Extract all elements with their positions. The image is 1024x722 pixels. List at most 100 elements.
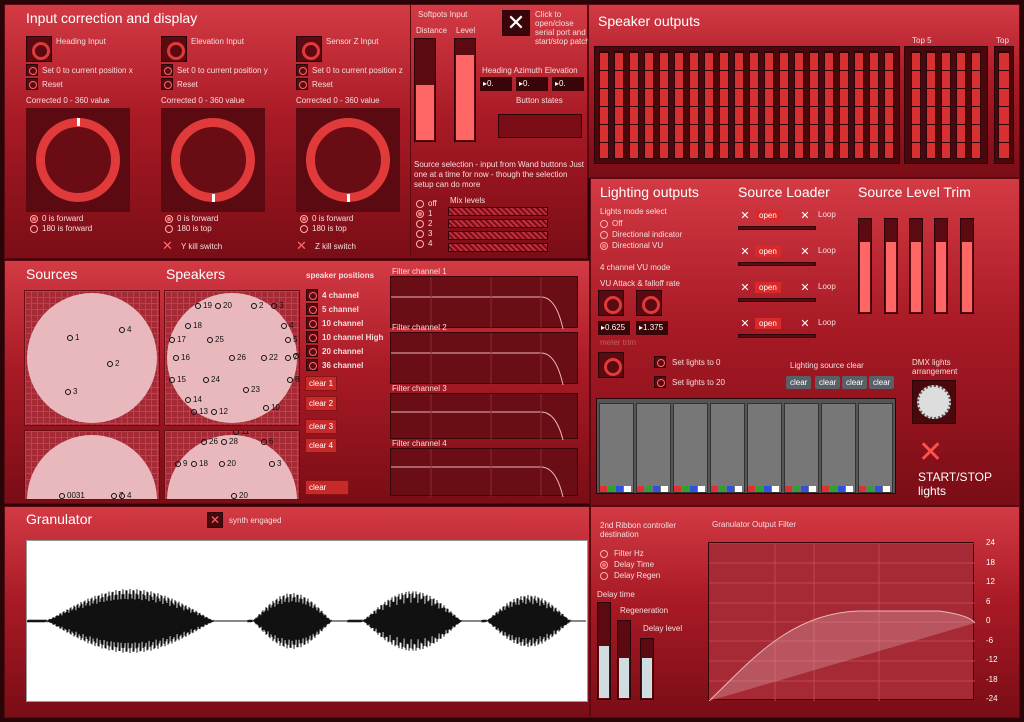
set-lights-20-button[interactable] [654, 376, 666, 388]
speaker-point[interactable]: 9 [175, 459, 187, 468]
elevation-dial[interactable] [161, 108, 265, 212]
source-point-4[interactable]: 4 [119, 325, 131, 334]
speakers-grid-top[interactable]: 19 20 2 3 18 4 17 25 5 6 16 26 22 7 15 2… [164, 290, 300, 426]
filter-4-graph[interactable] [390, 448, 578, 498]
output-filter-graph[interactable] [708, 542, 976, 702]
mix-level-2[interactable] [448, 219, 548, 228]
falloff-knob[interactable] [636, 290, 662, 316]
delay-level-slider[interactable] [640, 638, 654, 700]
level-slider[interactable] [454, 38, 476, 142]
set-y-button[interactable] [161, 64, 173, 76]
attack-value[interactable]: ▸0.625 [598, 321, 630, 335]
loader-close-icon[interactable]: ✕ [738, 246, 752, 260]
falloff-value[interactable]: ▸1.375 [636, 321, 668, 335]
elev-radio-180[interactable] [165, 225, 173, 233]
elevation-value[interactable]: ▸0. [552, 77, 584, 91]
speaker-point[interactable]: 28 [221, 437, 238, 446]
speaker-point[interactable]: 8 [287, 375, 299, 384]
heading-dial[interactable] [26, 108, 130, 212]
filter-2-graph[interactable] [390, 332, 578, 386]
reset-y-button[interactable] [161, 78, 173, 90]
clear-1-button[interactable]: clear 1 [305, 376, 338, 391]
attack-knob[interactable] [598, 290, 624, 316]
reset-x-button[interactable] [26, 78, 38, 90]
open-button[interactable]: open [755, 210, 781, 221]
speaker-point[interactable]: 18 [185, 321, 202, 330]
speaker-point[interactable]: 24 [203, 375, 220, 384]
pos-20-button[interactable] [306, 345, 318, 357]
speaker-point[interactable]: 10 [263, 403, 280, 412]
clear-3-button[interactable]: clear 3 [305, 419, 338, 434]
source-point-3[interactable]: 3 [65, 387, 77, 396]
speaker-point[interactable]: 26 [201, 437, 218, 446]
trim-slider-3[interactable] [909, 218, 923, 314]
mix-level-3[interactable] [448, 231, 548, 240]
light-clear-2[interactable]: clear [815, 376, 841, 389]
loader-close-icon[interactable]: ✕ [738, 210, 752, 224]
speaker-point[interactable]: 22 [261, 353, 278, 362]
speaker-point[interactable]: 4 [281, 321, 293, 330]
trim-slider-2[interactable] [884, 218, 898, 314]
ribbon-time-radio[interactable] [600, 561, 608, 569]
ribbon-regen-radio[interactable] [600, 572, 608, 580]
speaker-point[interactable]: 25 [207, 335, 224, 344]
loader-close-icon[interactable]: ✕ [738, 318, 752, 332]
start-stop-close-icon[interactable]: ✕ [918, 438, 943, 468]
open-button[interactable]: open [755, 282, 781, 293]
src-radio-4[interactable] [416, 240, 424, 248]
speaker-point[interactable]: 13 [191, 407, 208, 416]
speaker-point[interactable]: 18 [191, 459, 208, 468]
pos-5-button[interactable] [306, 303, 318, 315]
clear-all-button[interactable]: clear [305, 480, 349, 495]
ribbon-filter-radio[interactable] [600, 550, 608, 558]
elev-radio-0[interactable] [165, 215, 173, 223]
dmx-arrangement[interactable] [912, 380, 956, 424]
mode-vu-radio[interactable] [600, 242, 608, 250]
mix-level-4[interactable] [448, 243, 548, 252]
set-lights-0-button[interactable] [654, 356, 666, 368]
delay-time-slider[interactable] [597, 602, 611, 700]
heading-radio-180[interactable] [30, 225, 38, 233]
elevation-knob[interactable] [161, 36, 187, 62]
clear-2-button[interactable]: clear 2 [305, 396, 338, 411]
speaker-point[interactable]: 20 [231, 491, 248, 499]
pos-36-button[interactable] [306, 359, 318, 371]
set-z-button[interactable] [296, 64, 308, 76]
meter-trim-knob[interactable] [598, 352, 624, 378]
reset-z-button[interactable] [296, 78, 308, 90]
speaker-point[interactable]: 12 [211, 407, 228, 416]
speaker-point[interactable]: 7 [285, 353, 297, 362]
source-point-2[interactable]: 2 [107, 359, 119, 368]
speaker-point[interactable]: 6 [261, 437, 273, 446]
speaker-point[interactable]: 2 [251, 301, 263, 310]
source-point-0031[interactable]: 0031 [59, 491, 85, 499]
speaker-point[interactable]: 14 [185, 395, 202, 404]
z-radio-180[interactable] [300, 225, 308, 233]
sensor-dial[interactable] [296, 108, 400, 212]
speakers-grid-bottom[interactable]: 11 26 28 6 3 9 18 20 20 [164, 430, 300, 500]
mode-dir-radio[interactable] [600, 231, 608, 239]
heading-knob[interactable] [26, 36, 52, 62]
light-clear-3[interactable]: clear [842, 376, 868, 389]
sources-grid-top[interactable]: 1 4 2 3 [24, 290, 160, 426]
speaker-point[interactable]: 26 [229, 353, 246, 362]
heading-value[interactable]: ▸0. [480, 77, 512, 91]
z-kill-close-icon[interactable]: ✕ [296, 239, 307, 252]
synth-toggle[interactable]: ✕ [207, 512, 223, 528]
sensor-knob[interactable] [296, 36, 322, 62]
loader-close-icon[interactable]: ✕ [738, 282, 752, 296]
clear-4-button[interactable]: clear 4 [305, 438, 338, 453]
sources-grid-bottom[interactable]: 0031 7 4 [24, 430, 160, 500]
trim-slider-4[interactable] [934, 218, 948, 314]
speaker-point[interactable]: 16 [173, 353, 190, 362]
z-radio-0[interactable] [300, 215, 308, 223]
speaker-point[interactable]: 23 [243, 385, 260, 394]
light-clear-4[interactable]: clear [869, 376, 895, 389]
open-button[interactable]: open [755, 246, 781, 257]
y-kill-close-icon[interactable]: ✕ [162, 239, 173, 252]
filter-1-graph[interactable] [390, 276, 578, 330]
speaker-point[interactable]: 15 [169, 375, 186, 384]
loop-close-icon[interactable]: ✕ [798, 210, 812, 224]
mix-level-1[interactable] [448, 207, 548, 216]
serial-toggle[interactable]: ✕ [502, 10, 530, 36]
